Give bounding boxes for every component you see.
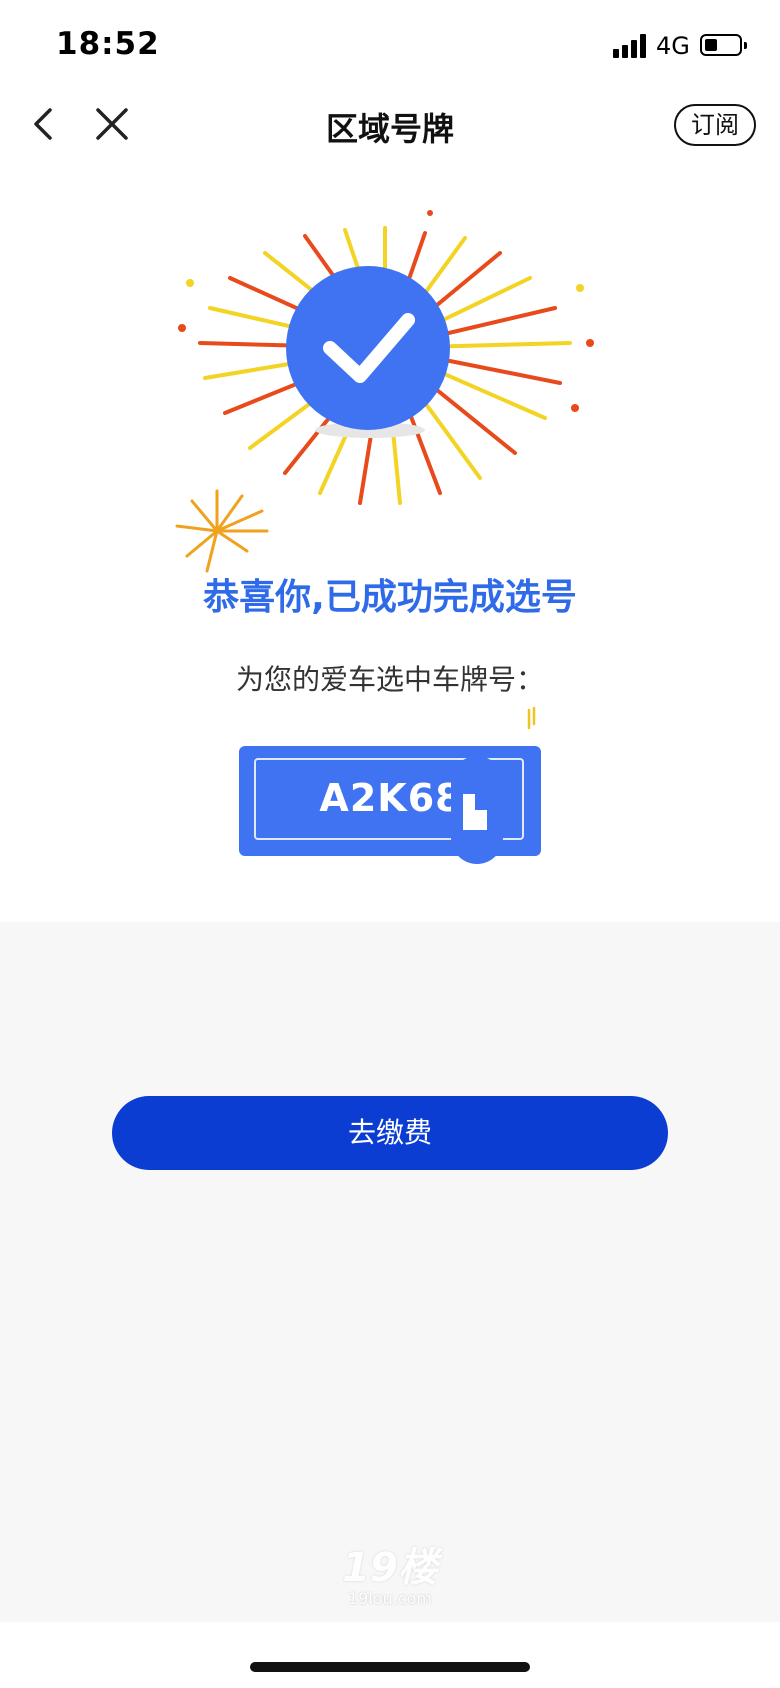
network-type: 4G (656, 32, 690, 60)
plate-selected-text: 为您的爱车选中车牌号： (235, 663, 544, 696)
watermark-logo-text: 19楼 (342, 1545, 438, 1591)
signal-icon (613, 34, 649, 58)
spark-icon (527, 706, 536, 730)
privacy-mask (451, 756, 503, 864)
page-title: 区域号牌 (325, 110, 454, 148)
battery-icon (700, 34, 747, 56)
watermark-site-text: 19lou.com (348, 1589, 432, 1608)
license-plate: A2K68 (239, 746, 541, 864)
small-firework-icon (175, 489, 269, 573)
status-bar: 18:52 4G (0, 0, 780, 92)
home-indicator[interactable] (250, 1662, 530, 1672)
subscribe-button[interactable]: 订阅 (674, 104, 756, 146)
status-time: 18:52 (56, 26, 160, 62)
pay-button[interactable]: 去缴费 (112, 1096, 668, 1170)
success-heading: 恭喜你,已成功完成选号 (203, 577, 577, 618)
watermark-logo: 19楼 19lou.com (330, 1546, 450, 1608)
success-panel: 恭喜你,已成功完成选号 为您的爱车选中车牌号： A2K68 (0, 158, 780, 922)
action-area: 去缴费 19楼 19lou.com (0, 922, 780, 1622)
nav-bar: 区域号牌 订阅 (0, 92, 780, 158)
